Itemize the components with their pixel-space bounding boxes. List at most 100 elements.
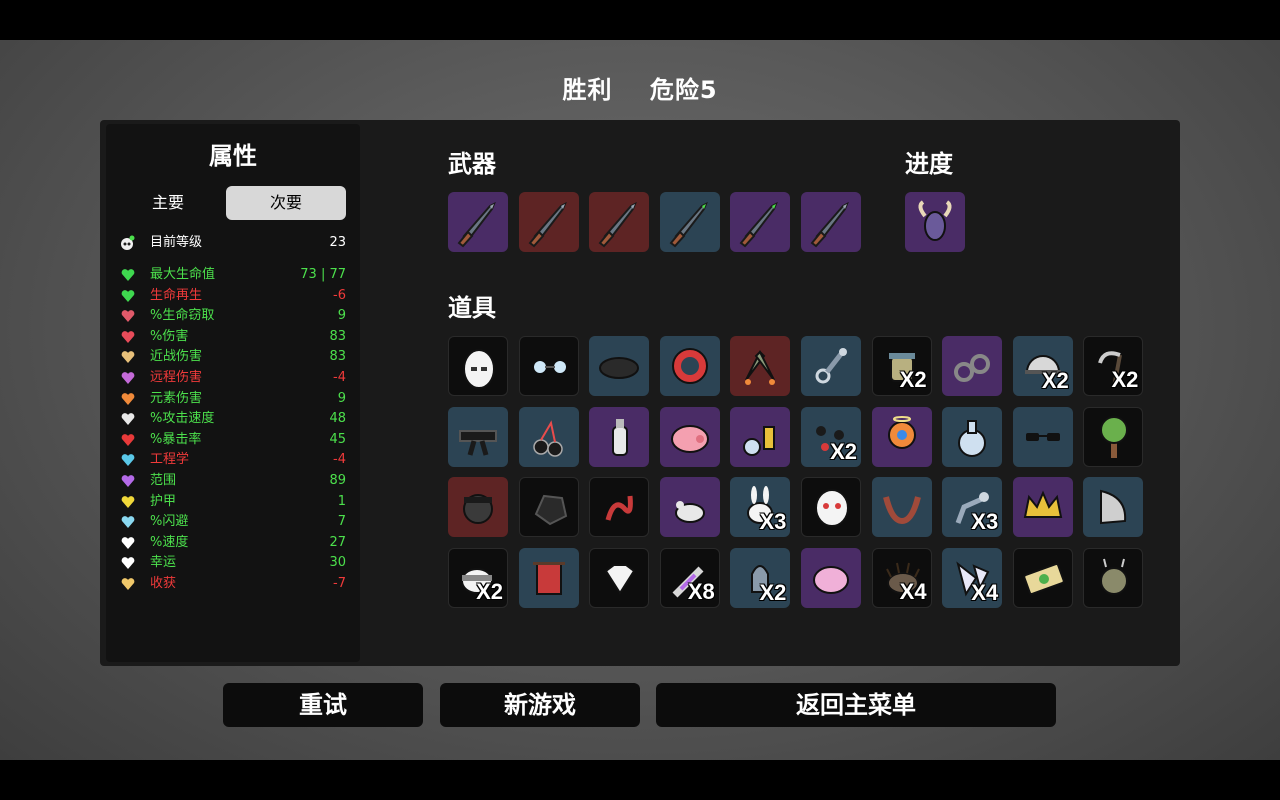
item-slot[interactable] — [518, 406, 579, 467]
pirate-icon — [463, 494, 493, 525]
item-slot[interactable] — [801, 477, 861, 538]
stat-level: 目前等级 23 — [120, 233, 346, 253]
mouse-icon — [674, 501, 705, 524]
weapon-slot[interactable] — [801, 192, 861, 252]
item-slot[interactable] — [942, 336, 1003, 396]
stat-name: %伤害 — [150, 328, 189, 344]
chain-icon — [815, 348, 847, 384]
item-slot[interactable] — [801, 336, 861, 396]
item-slot[interactable] — [659, 336, 720, 396]
item-slot[interactable]: X8 — [659, 547, 720, 608]
stat-value: 9 — [337, 308, 346, 324]
item-slot[interactable]: X2 — [1012, 336, 1073, 396]
stat-name: %速度 — [150, 534, 189, 550]
item-slot[interactable]: X3 — [730, 477, 791, 538]
item-slot[interactable]: X2 — [1083, 336, 1144, 396]
item-slot[interactable] — [1083, 477, 1144, 538]
stat-row: %暴击率 45 — [120, 430, 346, 450]
item-slot[interactable] — [1012, 477, 1073, 538]
stat-name: 近战伤害 — [150, 349, 203, 365]
item-slot[interactable]: X3 — [942, 477, 1003, 538]
harvest-icon — [120, 576, 136, 592]
item-slot[interactable] — [589, 477, 650, 538]
stat-row: 范围 89 — [120, 471, 346, 491]
stat-value: 45 — [329, 431, 346, 447]
item-slot[interactable]: X2 — [871, 336, 932, 396]
item-slot[interactable] — [730, 336, 791, 396]
item-slot[interactable]: X4 — [871, 547, 932, 608]
item-slot[interactable] — [1012, 547, 1073, 608]
item-slot[interactable] — [448, 406, 508, 467]
snake-icon — [605, 495, 634, 521]
item-slot[interactable] — [659, 406, 720, 467]
stat-level-value: 23 — [329, 235, 346, 250]
sword-icon — [120, 349, 136, 365]
progress-title: 进度 — [905, 150, 953, 178]
item-slot[interactable] — [871, 477, 932, 538]
item-slot[interactable] — [589, 406, 650, 467]
ranged-icon — [120, 370, 136, 386]
stat-row: 幸运 30 — [120, 553, 346, 573]
stat-name: 收获 — [150, 576, 177, 591]
items-title: 道具 — [448, 294, 496, 322]
end-run-screen: 胜利 危险5 属性 主要 次要 目前等级 23 最大生命值 73 | 77 生命再生… — [0, 40, 1280, 760]
tab-primary[interactable]: 主要 — [118, 186, 218, 220]
tab-secondary[interactable]: 次要 — [226, 186, 346, 220]
progress-slot[interactable] — [905, 192, 965, 252]
dice-icon — [120, 555, 136, 571]
weapon-slot[interactable] — [730, 192, 791, 252]
lifesteal-icon — [120, 308, 136, 324]
item-slot[interactable] — [1083, 406, 1144, 467]
range-icon — [120, 473, 136, 489]
item-slot[interactable]: X2 — [801, 406, 861, 467]
item-slot[interactable]: X4 — [942, 547, 1003, 608]
item-slot[interactable] — [871, 406, 932, 467]
item-slot[interactable] — [448, 477, 508, 538]
item-quantity: X2 — [1111, 367, 1139, 392]
item-slot[interactable] — [730, 406, 791, 467]
heart-icon — [120, 267, 136, 283]
stat-row: 工程学 -4 — [120, 450, 346, 470]
retry-button[interactable]: 重试 — [223, 683, 423, 727]
item-quantity: X2 — [899, 367, 927, 392]
item-slot[interactable]: X2 — [448, 547, 508, 608]
item-slot[interactable]: X2 — [730, 547, 791, 608]
horned-skull-icon — [918, 200, 952, 241]
weapon-slot[interactable] — [659, 192, 720, 252]
main-menu-button[interactable]: 返回主菜单 — [656, 683, 1056, 727]
stat-value: 73 | 77 — [300, 267, 346, 282]
stat-name: 最大生命值 — [150, 267, 216, 282]
skull-icon — [604, 563, 636, 595]
item-slot[interactable] — [801, 547, 861, 608]
item-slot[interactable] — [448, 336, 508, 396]
stat-row: 近战伤害 83 — [120, 347, 346, 367]
item-slot[interactable] — [942, 406, 1003, 467]
coal-icon — [534, 495, 567, 526]
new-game-button[interactable]: 新游戏 — [440, 683, 640, 727]
glasses-icon — [533, 361, 566, 373]
stat-row: %伤害 83 — [120, 327, 346, 347]
item-slot[interactable] — [589, 547, 650, 608]
stat-value: 48 — [329, 411, 346, 427]
weapon-slot[interactable] — [589, 192, 650, 252]
weapon-slot[interactable] — [448, 192, 508, 252]
item-slot[interactable] — [1083, 547, 1144, 608]
stat-value: 9 — [337, 390, 346, 406]
knife-icon — [457, 201, 496, 248]
item-slot[interactable] — [589, 336, 650, 396]
fist-icon — [120, 329, 136, 345]
stat-row: %攻击速度 48 — [120, 409, 346, 429]
wrench-icon — [120, 452, 136, 468]
item-quantity: X2 — [476, 578, 503, 604]
danger-label: 危险5 — [649, 76, 718, 104]
stat-value: 30 — [329, 555, 346, 571]
item-slot[interactable] — [518, 477, 579, 538]
item-quantity: X4 — [971, 579, 999, 605]
weapon-slot[interactable] — [518, 192, 579, 252]
stat-name: 生命再生 — [150, 287, 203, 303]
item-slot[interactable] — [1012, 406, 1073, 467]
item-slot[interactable] — [518, 547, 579, 608]
item-slot[interactable] — [659, 477, 720, 538]
item-slot[interactable] — [518, 336, 579, 396]
snail-icon — [1100, 558, 1129, 595]
